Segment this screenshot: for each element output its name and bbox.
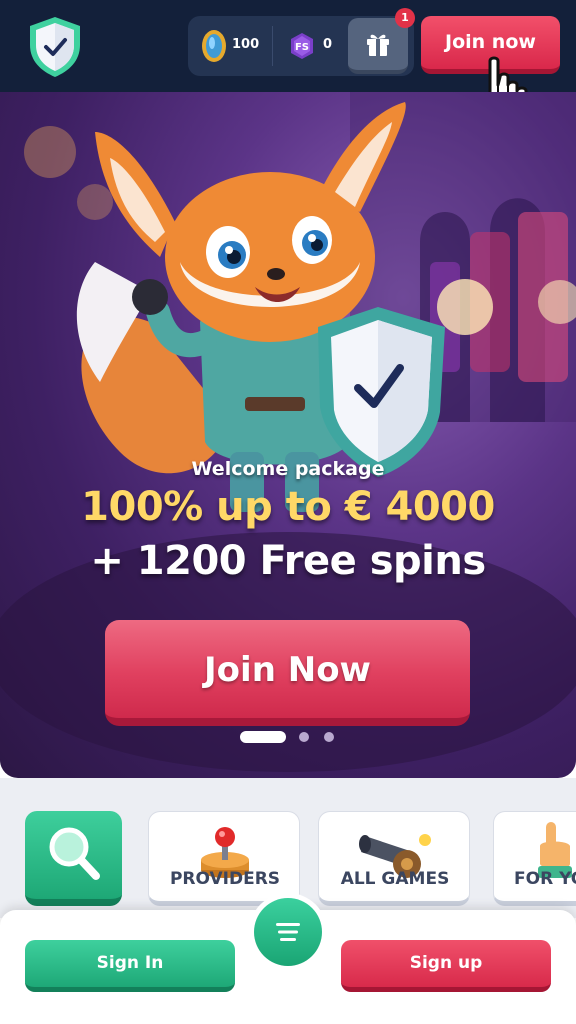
menu-button[interactable] bbox=[249, 893, 327, 971]
banner-offer-line1: 100% up to € 4000 bbox=[81, 484, 495, 530]
carousel-dot[interactable] bbox=[299, 732, 309, 742]
top-header: 100 FS 0 1 Join now bbox=[0, 0, 576, 127]
wallet-divider bbox=[272, 26, 273, 66]
free-spins-icon: FS bbox=[291, 33, 313, 59]
join-now-banner-button[interactable]: Join Now bbox=[105, 620, 470, 726]
category-label: ALL GAMES bbox=[340, 869, 450, 889]
welcome-banner[interactable]: Welcome package 100% up to € 4000 + 1200… bbox=[0, 92, 576, 778]
app-root: 100 FS 0 1 Join now Welcome package 100%… bbox=[0, 0, 576, 1024]
category-for-you[interactable]: FOR YO bbox=[493, 811, 576, 906]
banner-offer-line2: + 1200 Free spins bbox=[90, 538, 486, 584]
wallet-panel: 100 FS 0 bbox=[188, 16, 414, 76]
coin-icon bbox=[202, 30, 226, 62]
category-label: FOR YO bbox=[514, 869, 576, 889]
menu-icon bbox=[276, 923, 300, 941]
search-button[interactable] bbox=[25, 811, 122, 906]
category-all-games[interactable]: ALL GAMES bbox=[318, 811, 470, 906]
shield-logo-icon[interactable] bbox=[26, 15, 84, 79]
sign-in-button[interactable]: Sign In bbox=[25, 940, 235, 992]
free-spins-balance: 0 bbox=[323, 37, 333, 52]
coins-balance: 100 bbox=[232, 37, 260, 52]
gift-icon bbox=[367, 34, 389, 56]
carousel-dot-active[interactable] bbox=[240, 731, 286, 743]
carousel-pagination bbox=[240, 731, 340, 743]
category-label: PROVIDERS bbox=[169, 869, 281, 889]
banner-subtitle: Welcome package bbox=[191, 458, 385, 480]
fs-icon-text: FS bbox=[295, 42, 309, 53]
menu-button-face bbox=[254, 898, 322, 966]
carousel-dot[interactable] bbox=[324, 732, 334, 742]
gift-notification-badge: 1 bbox=[395, 8, 415, 28]
sign-up-button[interactable]: Sign up bbox=[341, 940, 551, 992]
category-providers[interactable]: PROVIDERS bbox=[148, 811, 300, 906]
search-icon bbox=[49, 827, 100, 880]
